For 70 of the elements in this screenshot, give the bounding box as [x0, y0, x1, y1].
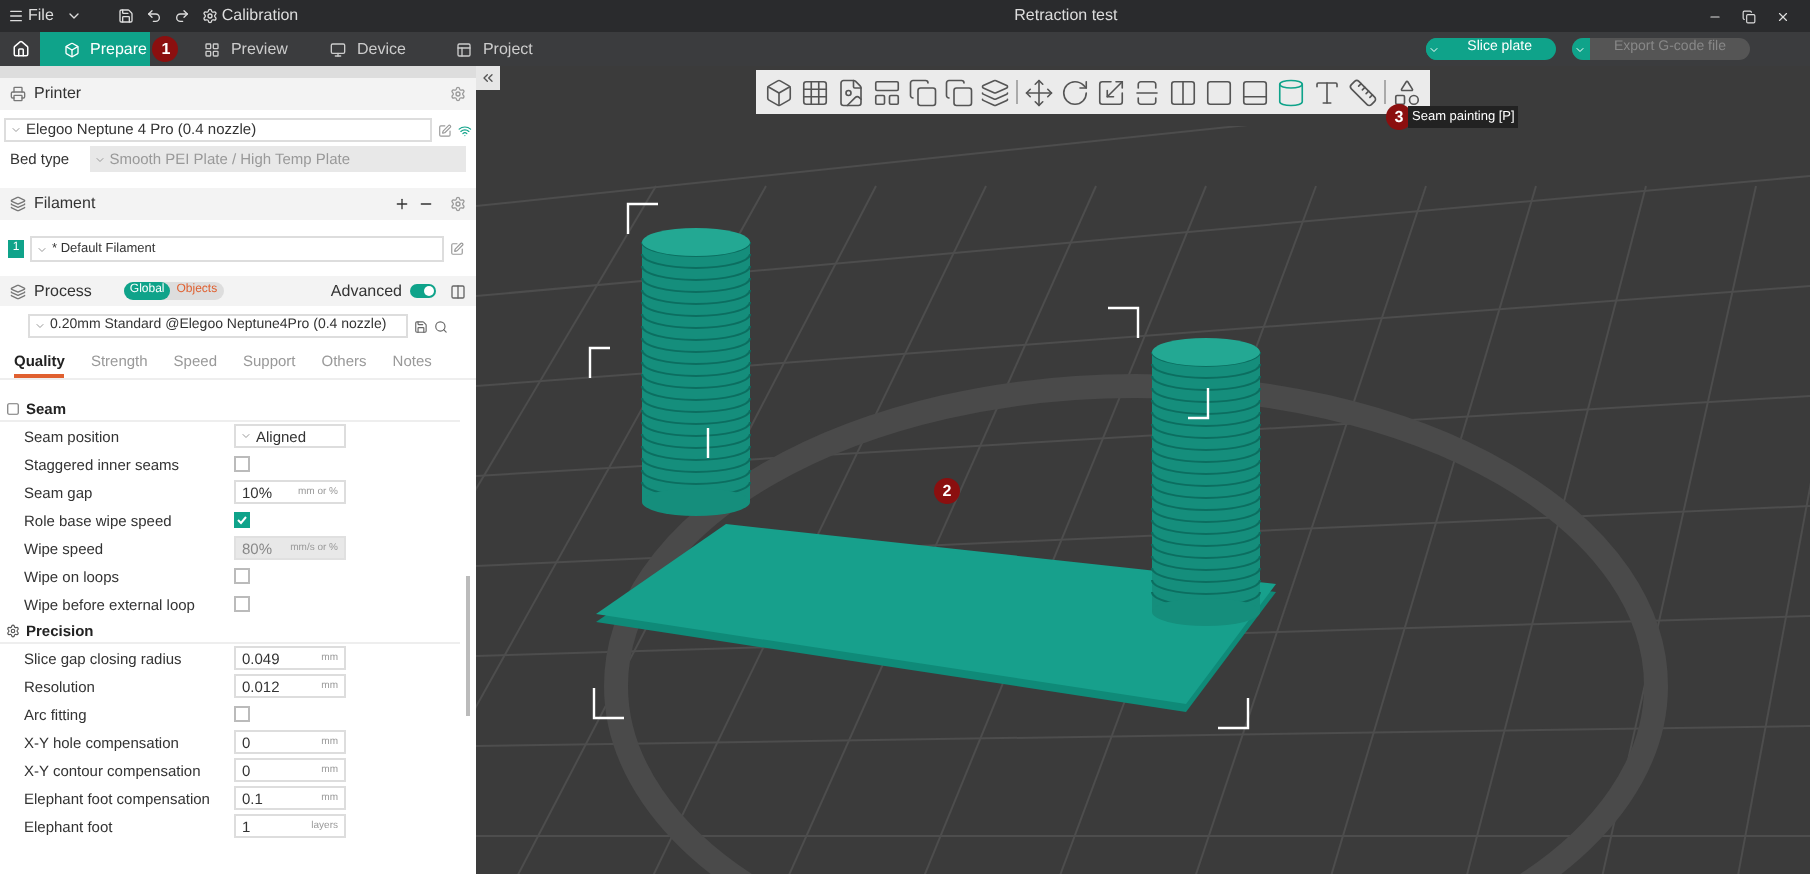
checkbox[interactable] — [234, 512, 250, 529]
panel-icon[interactable] — [1240, 77, 1270, 107]
chevron-icon — [1574, 43, 1587, 55]
checkbox[interactable] — [234, 706, 250, 723]
chevron-icon — [10, 124, 22, 136]
section-title: Printer — [34, 82, 82, 106]
edit-icon[interactable] — [450, 242, 464, 256]
ruler-icon[interactable] — [1348, 77, 1378, 107]
toggle-label: Advanced — [330, 279, 402, 303]
chevron-icon — [93, 153, 106, 165]
cube-plus-icon[interactable] — [764, 77, 794, 107]
split-icon[interactable] — [1132, 77, 1162, 107]
panel-icon — [456, 41, 473, 57]
settings-icon[interactable] — [450, 86, 466, 102]
calibration-menu[interactable]: Calibration — [201, 4, 299, 28]
section-title: Filament — [34, 192, 96, 216]
grid-icon — [204, 41, 221, 57]
checkbox[interactable] — [234, 596, 250, 613]
copy-icon[interactable] — [908, 77, 938, 107]
scale-icon[interactable] — [1096, 77, 1126, 107]
text-icon[interactable] — [1312, 77, 1342, 107]
layers-icon — [10, 283, 26, 299]
window-title: Retraction test — [1014, 4, 1118, 28]
chevron-icon — [34, 320, 46, 332]
collapse-button[interactable] — [476, 66, 500, 90]
columns-icon[interactable] — [1168, 77, 1198, 107]
layout-icon[interactable] — [872, 77, 902, 107]
save-icon[interactable] — [414, 319, 429, 333]
menu-icon — [8, 8, 24, 24]
redo-icon[interactable] — [173, 8, 190, 24]
file-menu[interactable]: File — [8, 4, 54, 28]
main-tab[interactable]: Device — [306, 32, 433, 66]
chevron-icon — [1428, 43, 1441, 55]
square-icon[interactable] — [1204, 77, 1234, 107]
restore-icon[interactable] — [1742, 9, 1756, 23]
main-tab[interactable]: Preview — [180, 32, 307, 66]
undo-icon[interactable] — [145, 8, 162, 24]
step-marker: 2 — [934, 478, 960, 504]
chevron-icon[interactable] — [65, 8, 82, 24]
image-icon[interactable] — [836, 77, 866, 107]
copy-icon[interactable] — [944, 77, 974, 107]
section-title: Process — [34, 279, 92, 303]
chevrons-icon — [480, 70, 496, 86]
grid-plus-icon[interactable] — [800, 77, 830, 107]
close-icon[interactable] — [1776, 9, 1790, 23]
checkbox[interactable] — [234, 456, 250, 473]
printer-icon — [10, 86, 26, 102]
home-icon — [11, 40, 29, 58]
checkbox[interactable] — [234, 568, 250, 585]
layers-icon[interactable] — [980, 77, 1010, 107]
gear-icon — [201, 8, 218, 24]
step-marker: 1 — [152, 36, 179, 62]
shapes-icon[interactable] — [1392, 77, 1422, 107]
cube-icon — [64, 41, 80, 57]
chevron-icon — [240, 430, 252, 443]
settings-icon[interactable] — [450, 196, 466, 212]
check-icon — [236, 514, 248, 527]
edit-icon[interactable] — [438, 123, 453, 137]
precision-icon — [6, 623, 20, 638]
move-icon[interactable] — [1024, 77, 1054, 107]
rotate-icon[interactable] — [1060, 77, 1090, 107]
wifi-icon[interactable] — [458, 123, 472, 137]
compare-icon[interactable] — [450, 283, 466, 299]
advanced-switch[interactable] — [410, 284, 436, 298]
chevron-icon — [36, 243, 48, 255]
main-tab[interactable]: Project — [432, 32, 559, 66]
scrollbar[interactable] — [466, 576, 470, 716]
add-icon[interactable] — [394, 196, 410, 212]
search-icon[interactable] — [434, 319, 449, 333]
monitor-icon — [330, 41, 347, 57]
